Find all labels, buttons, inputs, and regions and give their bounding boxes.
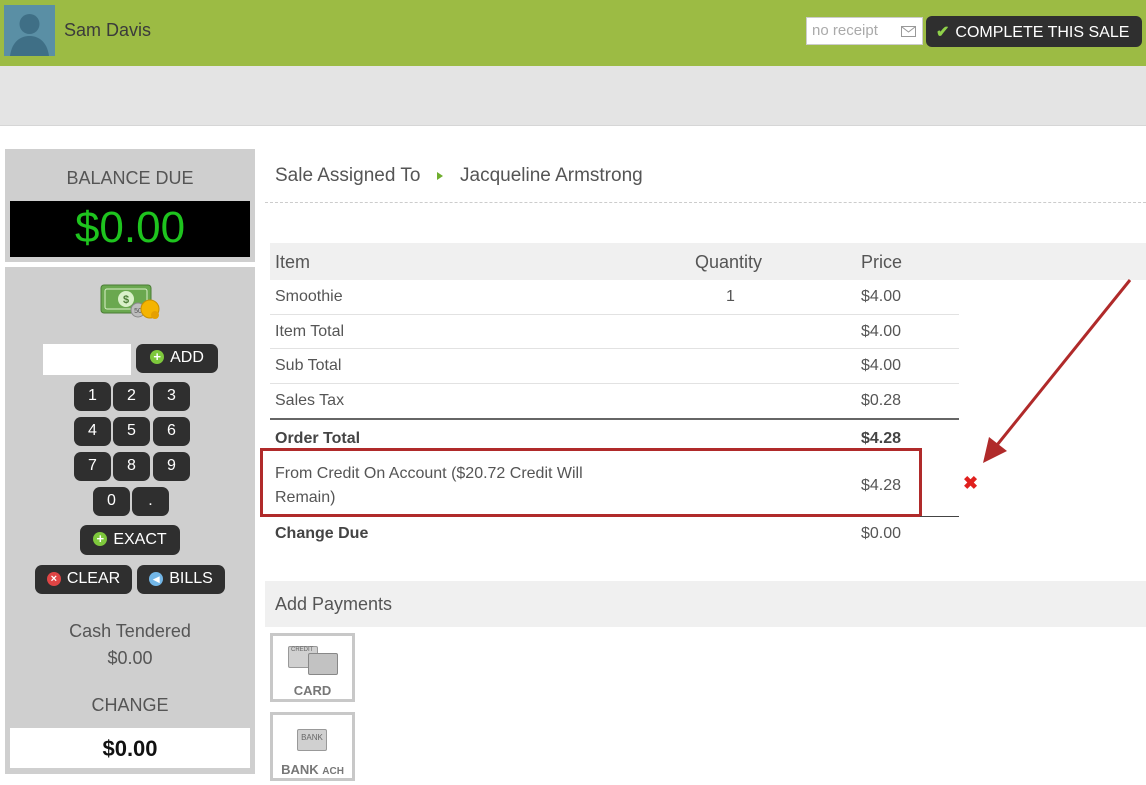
svg-text:$: $: [123, 294, 129, 306]
credit-card-icon: [308, 653, 338, 675]
exact-button[interactable]: + EXACT: [80, 525, 180, 555]
key-9[interactable]: 9: [153, 452, 190, 481]
key-5[interactable]: 5: [113, 417, 150, 446]
divider: [265, 202, 1146, 203]
total-divider: [270, 418, 959, 420]
card-payment-button[interactable]: CREDIT CARD: [270, 633, 355, 702]
order-total-value: $4.28: [861, 430, 902, 447]
item-total-value: $4.00: [861, 323, 902, 340]
sale-assigned-customer[interactable]: Jacqueline Armstrong: [460, 165, 643, 187]
user-name: Sam Davis: [64, 20, 152, 40]
change-value: $0.00: [10, 728, 250, 768]
cash-tendered-label: Cash Tendered: [69, 621, 191, 641]
cash-money-icon: $ 50: [100, 282, 162, 320]
row-divider: [920, 516, 959, 517]
change-due-value: $0.00: [861, 525, 902, 542]
add-label: ADD: [170, 349, 204, 366]
sub-total-value: $4.00: [861, 357, 902, 374]
checkmark-icon: ✔: [936, 24, 950, 41]
key-0[interactable]: 0: [93, 487, 130, 516]
sales-tax-value: $0.28: [861, 392, 902, 409]
user-silhouette-icon: [10, 14, 49, 56]
credit-highlight-box: [260, 448, 922, 517]
sales-tax-label: Sales Tax: [275, 392, 345, 409]
pos-checkout-screen: Sam Davis no receipt ✔ COMPLETE THIS SALE…: [0, 0, 1146, 785]
bills-arrow-icon: ◀: [149, 572, 164, 586]
avatar[interactable]: [4, 5, 55, 56]
bank-ach-label: BANK ACH: [281, 762, 344, 777]
bank-icon: BANK: [297, 729, 327, 751]
column-quantity: Quantity: [695, 252, 763, 272]
clear-label: CLEAR: [66, 570, 121, 587]
change-due-label: Change Due: [275, 525, 369, 542]
column-item: Item: [275, 252, 311, 272]
top-bar: Sam Davis no receipt ✔ COMPLETE THIS SALE: [0, 0, 1146, 66]
bills-button[interactable]: ◀ BILLS: [137, 565, 225, 594]
item-name: Smoothie: [275, 288, 343, 305]
cash-amount-input[interactable]: [43, 344, 131, 375]
add-button[interactable]: + ADD: [136, 344, 218, 373]
cash-tendered-value: $0.00: [107, 648, 153, 668]
balance-due-label: BALANCE DUE: [66, 168, 194, 188]
key-8[interactable]: 8: [113, 452, 150, 481]
annotation-arrow-icon: [983, 279, 1132, 463]
key-6[interactable]: 6: [153, 417, 190, 446]
bank-ach-payment-button[interactable]: BANK BANK ACH: [270, 712, 355, 781]
complete-sale-label: COMPLETE THIS SALE: [955, 24, 1130, 41]
plus-icon: +: [150, 350, 165, 364]
plus-icon: +: [93, 532, 108, 546]
balance-due-value: $0.00: [10, 201, 250, 257]
row-divider: [270, 314, 959, 315]
item-quantity: 1: [726, 288, 735, 305]
item-total-label: Item Total: [275, 323, 345, 340]
exact-label: EXACT: [113, 531, 167, 548]
order-total-label: Order Total: [275, 430, 361, 447]
key-3[interactable]: 3: [153, 382, 190, 411]
receipt-placeholder: no receipt: [812, 22, 878, 39]
key-2[interactable]: 2: [113, 382, 150, 411]
receipt-selector[interactable]: no receipt: [806, 17, 923, 45]
toolbar-strip: [0, 66, 1146, 126]
row-divider: [270, 348, 959, 349]
sale-assigned-label: Sale Assigned To: [275, 165, 421, 186]
key-7[interactable]: 7: [74, 452, 111, 481]
key-4[interactable]: 4: [74, 417, 111, 446]
arrow-right-icon: [437, 172, 443, 180]
cash-keypad-panel: $ 50 + ADD 1 2 3 4 5 6 7 8 9 0 . + EXACT ×…: [5, 267, 255, 774]
sub-total-label: Sub Total: [275, 357, 342, 374]
bills-label: BILLS: [169, 570, 213, 587]
change-label: CHANGE: [91, 695, 169, 715]
clear-button[interactable]: × CLEAR: [35, 565, 132, 594]
remove-payment-icon[interactable]: ✖: [963, 473, 978, 493]
clear-x-icon: ×: [46, 572, 61, 586]
add-payments-header: [265, 581, 1146, 627]
key-decimal[interactable]: .: [132, 487, 169, 516]
envelope-icon: [901, 26, 916, 37]
add-payments-title: Add Payments: [275, 594, 393, 614]
card-label: CARD: [293, 683, 332, 698]
item-price: $4.00: [861, 288, 902, 305]
key-1[interactable]: 1: [74, 382, 111, 411]
complete-sale-button[interactable]: ✔ COMPLETE THIS SALE: [926, 16, 1142, 47]
column-price: Price: [861, 252, 903, 272]
balance-due-panel: BALANCE DUE $0.00: [5, 149, 255, 262]
row-divider: [270, 383, 959, 384]
